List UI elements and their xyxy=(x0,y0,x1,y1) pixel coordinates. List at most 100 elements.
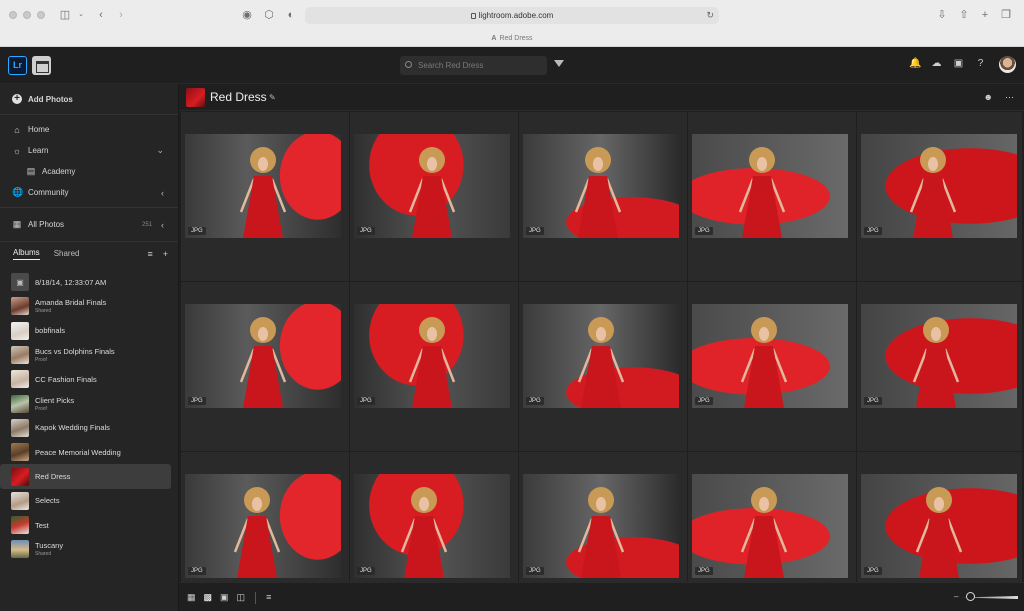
album-item[interactable]: Amanda Bridal Finals Shared xyxy=(0,294,171,318)
photo-thumbnail[interactable]: JPG xyxy=(861,474,1017,578)
share-icon[interactable]: ⇧ xyxy=(957,8,971,22)
photo-count: 251 xyxy=(141,221,152,228)
slider-handle[interactable] xyxy=(966,592,975,601)
tab-shared[interactable]: Shared xyxy=(54,249,80,260)
photo-cell[interactable]: JPG xyxy=(688,282,856,451)
forward-icon[interactable]: › xyxy=(114,8,128,22)
photo-thumbnail[interactable]: JPG xyxy=(692,304,848,408)
sort-icon[interactable]: ≡ xyxy=(266,592,271,604)
file-type-badge: JPG xyxy=(357,397,375,405)
album-item[interactable]: Client Picks Proof xyxy=(0,391,171,415)
square-grid-icon[interactable]: ▦ xyxy=(187,592,196,604)
photo-cell[interactable]: JPG xyxy=(857,282,1022,451)
close-window-button[interactable] xyxy=(9,11,17,19)
photo-thumbnail[interactable]: JPG xyxy=(354,134,510,238)
detail-view-icon[interactable]: ▣ xyxy=(220,592,229,604)
search-input[interactable]: Search Red Dress xyxy=(400,56,547,75)
photo-thumbnail[interactable]: JPG xyxy=(185,304,341,408)
album-item-selected[interactable]: Red Dress xyxy=(0,464,171,489)
photo-thumbnail[interactable]: JPG xyxy=(354,304,510,408)
new-tab-icon[interactable]: + xyxy=(978,8,992,22)
compare-icon[interactable]: ◫ xyxy=(237,592,246,604)
sidebar-item-learn[interactable]: ☼ Learn ⌄ xyxy=(0,140,178,161)
photo-thumbnail[interactable]: JPG xyxy=(861,134,1017,238)
share-people-icon[interactable]: ☻ xyxy=(984,92,993,103)
photo-cell[interactable]: JPG xyxy=(857,112,1022,281)
reload-icon[interactable]: ↻ xyxy=(706,7,714,24)
photo-cell[interactable]: JPG xyxy=(350,282,518,451)
file-type-badge: JPG xyxy=(864,567,882,575)
photo-thumbnail[interactable]: JPG xyxy=(354,474,510,578)
help-icon[interactable]: ? xyxy=(975,58,986,69)
pencil-icon[interactable]: ✎ xyxy=(269,93,276,102)
photo-cell[interactable]: JPG xyxy=(181,112,349,281)
face xyxy=(759,497,769,511)
address-bar[interactable]: lightroom.adobe.com ↻ xyxy=(305,7,719,24)
present-icon[interactable]: ▣ xyxy=(953,58,964,69)
photo-cell[interactable]: JPG xyxy=(519,282,687,451)
sidebar-item-home[interactable]: ⌂ Home xyxy=(0,119,178,140)
photo-thumbnail[interactable]: JPG xyxy=(523,134,679,238)
photo-cell[interactable]: JPG xyxy=(350,112,518,281)
photo-cell[interactable]: JPG xyxy=(688,452,856,582)
photo-thumbnail[interactable]: JPG xyxy=(692,474,848,578)
cloud-icon[interactable]: ☁ xyxy=(931,58,942,69)
chevron-down-icon[interactable]: ⌄ xyxy=(74,8,88,22)
tab-overview-icon[interactable]: ❐ xyxy=(999,8,1013,22)
photo-cell[interactable]: JPG xyxy=(519,452,687,582)
album-item[interactable]: Peace Memorial Wedding xyxy=(0,440,171,464)
lightroom-logo[interactable]: Lr xyxy=(8,56,27,75)
chevron-left-icon[interactable]: ‹ xyxy=(161,188,164,198)
album-item[interactable]: Bucs vs Dolphins Finals Proof xyxy=(0,343,171,367)
photo-cell[interactable]: JPG xyxy=(181,452,349,582)
photo-cell[interactable]: JPG xyxy=(181,282,349,451)
album-item[interactable]: CC Fashion Finals xyxy=(0,367,171,391)
sidebar-item-all-photos[interactable]: ▦ All Photos 251 ‹ xyxy=(0,214,178,235)
chevron-down-icon[interactable]: ⌄ xyxy=(156,145,164,156)
privacy-icon[interactable]: ◐ xyxy=(284,8,298,22)
photo-cell[interactable]: JPG xyxy=(688,112,856,281)
shield-icon[interactable]: ⬡ xyxy=(262,8,276,22)
album-item[interactable]: Selects xyxy=(0,489,171,513)
tab-albums[interactable]: Albums xyxy=(13,248,40,260)
sidebar-toggle-icon[interactable]: ◫ xyxy=(58,8,72,22)
download-icon[interactable]: ⇩ xyxy=(935,8,949,22)
album-item[interactable]: bobfinals xyxy=(0,319,171,343)
more-icon[interactable]: ⋯ xyxy=(1005,92,1014,103)
photo-cell[interactable]: JPG xyxy=(857,452,1022,582)
sidebar-item-community[interactable]: 🌐 Community ‹ xyxy=(0,182,178,203)
panel-toggle-button[interactable] xyxy=(32,56,51,75)
bell-icon[interactable]: 🔔 xyxy=(909,58,921,69)
album-item[interactable]: Test xyxy=(0,513,171,537)
photo-thumbnail[interactable]: JPG xyxy=(185,474,341,578)
minimize-window-button[interactable] xyxy=(23,11,31,19)
browser-tab[interactable]: A Red Dress xyxy=(0,35,1024,42)
red-dress xyxy=(578,176,618,238)
photo-thumbnail[interactable]: JPG xyxy=(861,304,1017,408)
photo-thumbnail[interactable]: JPG xyxy=(523,474,679,578)
extension-icon[interactable]: ◉ xyxy=(240,8,254,22)
zoom-window-button[interactable] xyxy=(37,11,45,19)
album-item[interactable]: Tuscany Shared xyxy=(0,537,171,561)
chevron-left-icon[interactable]: ‹ xyxy=(161,220,164,230)
album-item[interactable]: ▣ 8/18/14, 12:33:07 AM xyxy=(0,270,171,294)
add-photos-button[interactable]: + Add Photos xyxy=(0,84,178,114)
photo-cell[interactable]: JPG xyxy=(519,112,687,281)
red-dress xyxy=(237,516,277,578)
avatar[interactable] xyxy=(999,56,1016,73)
photo-thumbnail[interactable]: JPG xyxy=(523,304,679,408)
photo-grid-icon[interactable]: ▩ xyxy=(204,592,213,604)
divider xyxy=(255,592,257,604)
thumbnail-size-slider[interactable]: – xyxy=(954,592,1018,601)
album-status: Shared xyxy=(35,308,52,315)
photo-cell[interactable]: JPG xyxy=(350,452,518,582)
filter-icon[interactable] xyxy=(554,60,564,67)
model-figure xyxy=(408,147,456,238)
photo-thumbnail[interactable]: JPG xyxy=(692,134,848,238)
album-item[interactable]: Kapok Wedding Finals xyxy=(0,416,171,440)
photo-thumbnail[interactable]: JPG xyxy=(185,134,341,238)
sort-icon[interactable]: ≡ xyxy=(147,249,152,259)
add-album-icon[interactable]: + xyxy=(163,249,168,259)
sidebar-item-academy[interactable]: ▤ Academy xyxy=(0,161,178,182)
back-icon[interactable]: ‹ xyxy=(94,8,108,22)
